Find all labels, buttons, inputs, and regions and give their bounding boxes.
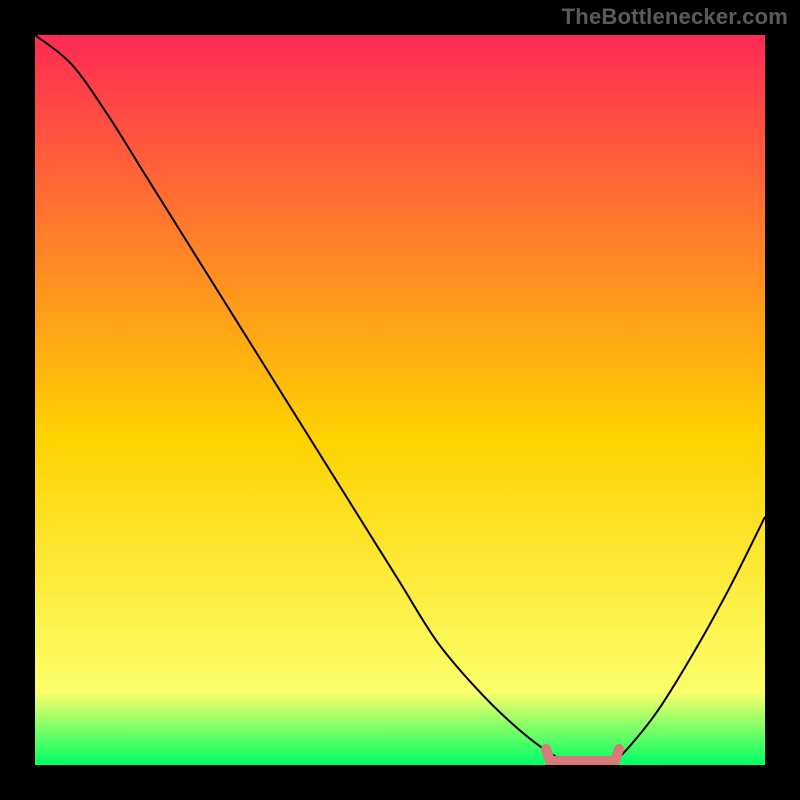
- chart-svg: [35, 35, 765, 765]
- chart-frame: TheBottlenecker.com: [0, 0, 800, 800]
- attribution-text: TheBottlenecker.com: [562, 4, 788, 30]
- gradient-background: [35, 35, 765, 765]
- plot-area: [35, 35, 765, 765]
